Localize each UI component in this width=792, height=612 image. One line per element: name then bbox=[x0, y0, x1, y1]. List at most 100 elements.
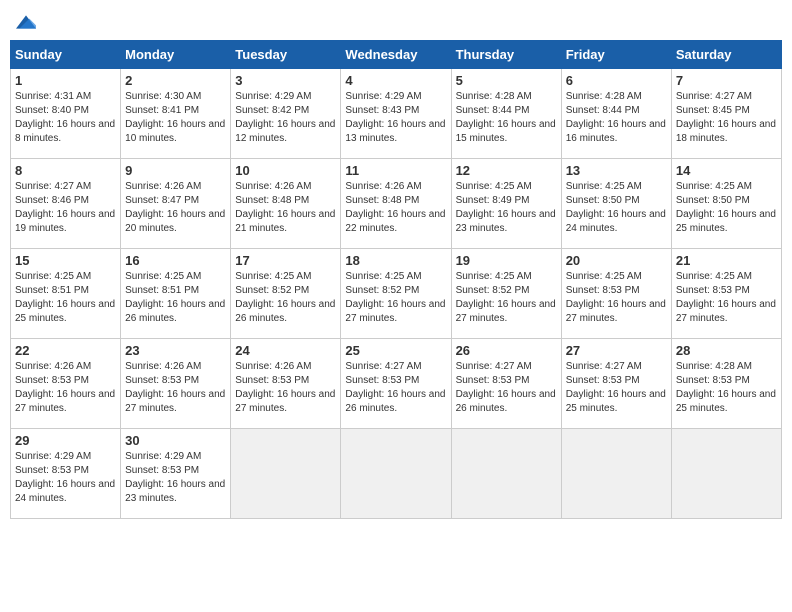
cell-details: Sunrise: 4:25 AMSunset: 8:52 PMDaylight:… bbox=[235, 271, 335, 324]
calendar-cell: 2 Sunrise: 4:30 AMSunset: 8:41 PMDaylight… bbox=[121, 68, 231, 158]
calendar-week-5: 29 Sunrise: 4:29 AMSunset: 8:53 PMDayligh… bbox=[11, 428, 782, 518]
cell-details: Sunrise: 4:28 AMSunset: 8:53 PMDaylight:… bbox=[676, 361, 776, 414]
cell-details: Sunrise: 4:29 AMSunset: 8:53 PMDaylight:… bbox=[125, 451, 225, 504]
cell-details: Sunrise: 4:29 AMSunset: 8:53 PMDaylight:… bbox=[15, 451, 115, 504]
calendar-cell: 6 Sunrise: 4:28 AMSunset: 8:44 PMDaylight… bbox=[561, 68, 671, 158]
day-number: 22 bbox=[15, 343, 116, 358]
cell-details: Sunrise: 4:25 AMSunset: 8:53 PMDaylight:… bbox=[676, 271, 776, 324]
cell-details: Sunrise: 4:25 AMSunset: 8:49 PMDaylight:… bbox=[456, 181, 556, 234]
cell-details: Sunrise: 4:25 AMSunset: 8:53 PMDaylight:… bbox=[566, 271, 666, 324]
day-number: 16 bbox=[125, 253, 226, 268]
calendar-cell: 24 Sunrise: 4:26 AMSunset: 8:53 PMDayligh… bbox=[231, 338, 341, 428]
header bbox=[10, 10, 782, 32]
day-number: 12 bbox=[456, 163, 557, 178]
cell-details: Sunrise: 4:28 AMSunset: 8:44 PMDaylight:… bbox=[566, 91, 666, 144]
calendar-cell: 14Sunrise: 4:25 AMSunset: 8:50 PMDayligh… bbox=[671, 158, 781, 248]
calendar-cell: 3 Sunrise: 4:29 AMSunset: 8:42 PMDaylight… bbox=[231, 68, 341, 158]
day-number: 14 bbox=[676, 163, 777, 178]
calendar-cell: 29 Sunrise: 4:29 AMSunset: 8:53 PMDayligh… bbox=[11, 428, 121, 518]
day-header-thursday: Thursday bbox=[451, 40, 561, 68]
calendar-cell: 18 Sunrise: 4:25 AMSunset: 8:52 PMDayligh… bbox=[341, 248, 451, 338]
calendar-cell: 23 Sunrise: 4:26 AMSunset: 8:53 PMDayligh… bbox=[121, 338, 231, 428]
day-number: 6 bbox=[566, 73, 667, 88]
day-number: 15 bbox=[15, 253, 116, 268]
cell-details: Sunrise: 4:25 AMSunset: 8:50 PMDaylight:… bbox=[566, 181, 666, 234]
day-number: 20 bbox=[566, 253, 667, 268]
calendar-cell bbox=[231, 428, 341, 518]
cell-details: Sunrise: 4:25 AMSunset: 8:52 PMDaylight:… bbox=[456, 271, 556, 324]
calendar-body: 1Sunrise: 4:31 AMSunset: 8:40 PMDaylight… bbox=[11, 68, 782, 518]
calendar-cell: 5 Sunrise: 4:28 AMSunset: 8:44 PMDaylight… bbox=[451, 68, 561, 158]
cell-details: Sunrise: 4:30 AMSunset: 8:41 PMDaylight:… bbox=[125, 91, 225, 144]
day-number: 10 bbox=[235, 163, 336, 178]
cell-details: Sunrise: 4:26 AMSunset: 8:47 PMDaylight:… bbox=[125, 181, 225, 234]
cell-details: Sunrise: 4:26 AMSunset: 8:48 PMDaylight:… bbox=[345, 181, 445, 234]
day-number: 30 bbox=[125, 433, 226, 448]
day-number: 13 bbox=[566, 163, 667, 178]
day-number: 17 bbox=[235, 253, 336, 268]
day-header-monday: Monday bbox=[121, 40, 231, 68]
cell-details: Sunrise: 4:29 AMSunset: 8:42 PMDaylight:… bbox=[235, 91, 335, 144]
logo-icon bbox=[16, 12, 36, 32]
day-number: 23 bbox=[125, 343, 226, 358]
calendar-cell: 11 Sunrise: 4:26 AMSunset: 8:48 PMDayligh… bbox=[341, 158, 451, 248]
calendar-week-3: 15 Sunrise: 4:25 AMSunset: 8:51 PMDayligh… bbox=[11, 248, 782, 338]
calendar-cell: 21 Sunrise: 4:25 AMSunset: 8:53 PMDayligh… bbox=[671, 248, 781, 338]
calendar-week-1: 1Sunrise: 4:31 AMSunset: 8:40 PMDaylight… bbox=[11, 68, 782, 158]
cell-details: Sunrise: 4:26 AMSunset: 8:53 PMDaylight:… bbox=[125, 361, 225, 414]
calendar-cell: 13 Sunrise: 4:25 AMSunset: 8:50 PMDayligh… bbox=[561, 158, 671, 248]
day-number: 19 bbox=[456, 253, 557, 268]
day-number: 21 bbox=[676, 253, 777, 268]
cell-details: Sunrise: 4:29 AMSunset: 8:43 PMDaylight:… bbox=[345, 91, 445, 144]
cell-details: Sunrise: 4:26 AMSunset: 8:53 PMDaylight:… bbox=[235, 361, 335, 414]
day-number: 26 bbox=[456, 343, 557, 358]
calendar-cell: 10 Sunrise: 4:26 AMSunset: 8:48 PMDayligh… bbox=[231, 158, 341, 248]
day-number: 8 bbox=[15, 163, 116, 178]
calendar-cell: 17 Sunrise: 4:25 AMSunset: 8:52 PMDayligh… bbox=[231, 248, 341, 338]
day-number: 5 bbox=[456, 73, 557, 88]
day-number: 7 bbox=[676, 73, 777, 88]
calendar-cell: 12 Sunrise: 4:25 AMSunset: 8:49 PMDayligh… bbox=[451, 158, 561, 248]
day-header-wednesday: Wednesday bbox=[341, 40, 451, 68]
cell-details: Sunrise: 4:27 AMSunset: 8:53 PMDaylight:… bbox=[345, 361, 445, 414]
cell-details: Sunrise: 4:26 AMSunset: 8:53 PMDaylight:… bbox=[15, 361, 115, 414]
day-number: 9 bbox=[125, 163, 226, 178]
day-header-friday: Friday bbox=[561, 40, 671, 68]
day-number: 27 bbox=[566, 343, 667, 358]
calendar-cell: 16 Sunrise: 4:25 AMSunset: 8:51 PMDayligh… bbox=[121, 248, 231, 338]
day-number: 28 bbox=[676, 343, 777, 358]
cell-details: Sunrise: 4:25 AMSunset: 8:52 PMDaylight:… bbox=[345, 271, 445, 324]
calendar-cell: 15Sunrise: 4:25 AMSunset: 8:51 PMDayligh… bbox=[11, 248, 121, 338]
calendar-cell: 19 Sunrise: 4:25 AMSunset: 8:52 PMDayligh… bbox=[451, 248, 561, 338]
day-number: 3 bbox=[235, 73, 336, 88]
calendar-cell: 9 Sunrise: 4:26 AMSunset: 8:47 PMDaylight… bbox=[121, 158, 231, 248]
day-number: 24 bbox=[235, 343, 336, 358]
day-number: 1 bbox=[15, 73, 116, 88]
day-number: 11 bbox=[345, 163, 446, 178]
calendar-cell: 20 Sunrise: 4:25 AMSunset: 8:53 PMDayligh… bbox=[561, 248, 671, 338]
calendar-cell: 30 Sunrise: 4:29 AMSunset: 8:53 PMDayligh… bbox=[121, 428, 231, 518]
logo bbox=[14, 10, 38, 32]
cell-details: Sunrise: 4:27 AMSunset: 8:53 PMDaylight:… bbox=[566, 361, 666, 414]
day-header-tuesday: Tuesday bbox=[231, 40, 341, 68]
calendar-week-2: 8 Sunrise: 4:27 AMSunset: 8:46 PMDaylight… bbox=[11, 158, 782, 248]
day-number: 29 bbox=[15, 433, 116, 448]
calendar-cell bbox=[451, 428, 561, 518]
cell-details: Sunrise: 4:27 AMSunset: 8:53 PMDaylight:… bbox=[456, 361, 556, 414]
calendar-cell: 4Sunrise: 4:29 AMSunset: 8:43 PMDaylight… bbox=[341, 68, 451, 158]
calendar-cell: 28 Sunrise: 4:28 AMSunset: 8:53 PMDayligh… bbox=[671, 338, 781, 428]
day-number: 2 bbox=[125, 73, 226, 88]
calendar-cell bbox=[341, 428, 451, 518]
cell-details: Sunrise: 4:27 AMSunset: 8:46 PMDaylight:… bbox=[15, 181, 115, 234]
day-number: 18 bbox=[345, 253, 446, 268]
calendar: SundayMondayTuesdayWednesdayThursdayFrid… bbox=[10, 40, 782, 519]
calendar-cell: 27 Sunrise: 4:27 AMSunset: 8:53 PMDayligh… bbox=[561, 338, 671, 428]
day-header-sunday: Sunday bbox=[11, 40, 121, 68]
cell-details: Sunrise: 4:25 AMSunset: 8:51 PMDaylight:… bbox=[125, 271, 225, 324]
cell-details: Sunrise: 4:28 AMSunset: 8:44 PMDaylight:… bbox=[456, 91, 556, 144]
calendar-header-row: SundayMondayTuesdayWednesdayThursdayFrid… bbox=[11, 40, 782, 68]
day-number: 25 bbox=[345, 343, 446, 358]
cell-details: Sunrise: 4:26 AMSunset: 8:48 PMDaylight:… bbox=[235, 181, 335, 234]
calendar-cell: 1Sunrise: 4:31 AMSunset: 8:40 PMDaylight… bbox=[11, 68, 121, 158]
calendar-cell bbox=[561, 428, 671, 518]
